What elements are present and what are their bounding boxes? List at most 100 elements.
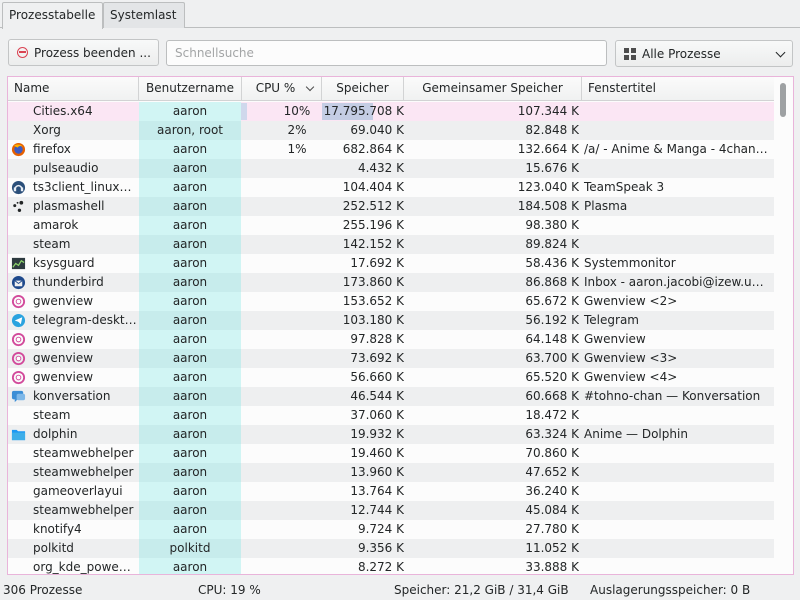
table-row[interactable]: ts3client_linux… aaron 104.404 K 123.040 K T… — [8, 178, 774, 197]
process-shared-memory: 107.344 K — [517, 104, 579, 118]
teamspeak-icon — [11, 180, 26, 195]
column-header-user[interactable]: Benutzername — [139, 77, 242, 101]
process-name: steam — [33, 237, 71, 251]
table-row[interactable]: ksysguard aaron 17.692 K 58.436 K Systemmoni… — [8, 254, 774, 273]
process-window-title: Anime — Dolphin — [584, 427, 688, 441]
process-user: aaron — [139, 235, 241, 254]
process-window-title — [582, 482, 770, 501]
process-name: steamwebhelper — [33, 503, 134, 517]
stop-icon — [17, 47, 28, 58]
table-row[interactable]: org_kde_powe… aaron 8.272 K 33.888 K — [8, 558, 774, 574]
process-name: steamwebhelper — [33, 446, 134, 460]
process-memory: 153.652 K — [342, 294, 404, 308]
table-row[interactable]: Xorg aaron, root 2% 69.040 K 82.848 K — [8, 121, 774, 140]
process-window-title: Gwenview <4> — [584, 370, 678, 384]
scrollbar-thumb[interactable] — [780, 83, 786, 117]
table-row[interactable]: gameoverlayui aaron 13.764 K 36.240 K — [8, 482, 774, 501]
process-shared-memory: 64.148 K — [525, 332, 579, 346]
process-user: aaron — [139, 102, 241, 121]
process-name: gwenview — [33, 370, 94, 384]
process-shared-memory: 11.052 K — [525, 541, 579, 555]
process-memory: 19.932 K — [350, 427, 404, 441]
process-memory: 8.272 K — [357, 560, 404, 574]
table-row[interactable]: gwenview aaron 73.692 K 63.700 K Gwenview <3… — [8, 349, 774, 368]
column-header-memory[interactable]: Speicher — [322, 77, 404, 101]
process-memory: 255.196 K — [342, 218, 404, 232]
tab-systemlast[interactable]: Systemlast — [103, 2, 185, 28]
process-shared-memory: 33.888 K — [525, 560, 579, 574]
process-user: aaron — [139, 330, 241, 349]
table-row[interactable]: steamwebhelper aaron 19.460 K 70.860 K — [8, 444, 774, 463]
quick-search-input[interactable] — [166, 40, 607, 66]
process-shared-memory: 58.436 K — [525, 256, 579, 270]
table-row[interactable]: pulseaudio aaron 4.432 K 15.676 K — [8, 159, 774, 178]
process-memory: 46.544 K — [350, 389, 404, 403]
process-window-title — [582, 235, 770, 254]
column-header-name[interactable]: Name — [8, 77, 139, 101]
process-window-title — [582, 558, 770, 574]
process-name: org_kde_powe… — [33, 560, 131, 574]
table-row[interactable]: amarok aaron 255.196 K 98.380 K — [8, 216, 774, 235]
gwenview-icon — [11, 294, 26, 309]
table-row[interactable]: steam aaron 37.060 K 18.472 K — [8, 406, 774, 425]
process-user: aaron — [139, 273, 241, 292]
process-name: konversation — [33, 389, 111, 403]
process-memory: 69.040 K — [350, 123, 404, 137]
table-row[interactable]: steamwebhelper aaron 13.960 K 47.652 K — [8, 463, 774, 482]
status-process-count: 306 Prozesse — [3, 583, 83, 597]
table-row[interactable]: Cities.x64 aaron 10% 17.795.708 K 107.344 K — [8, 102, 774, 121]
column-header-window-title[interactable]: Fenstertitel — [582, 77, 774, 101]
process-name: pulseaudio — [33, 161, 99, 175]
column-header-shared-memory[interactable]: Gemeinsamer Speicher — [404, 77, 582, 101]
table-row[interactable]: thunderbird aaron 173.860 K 86.868 K Inbox -… — [8, 273, 774, 292]
end-process-button[interactable]: Prozess beenden ... — [8, 39, 159, 66]
process-shared-memory: 89.824 K — [525, 237, 579, 251]
process-memory: 9.724 K — [357, 522, 404, 536]
process-window-title: TeamSpeak 3 — [584, 180, 665, 194]
column-header-cpu[interactable]: CPU % — [242, 77, 322, 101]
konversation-icon — [11, 389, 26, 404]
process-name: gameoverlayui — [33, 484, 123, 498]
table-row[interactable]: polkitd polkitd 9.356 K 11.052 K — [8, 539, 774, 558]
table-row[interactable]: konversation aaron 46.544 K 60.668 K #tohno-… — [8, 387, 774, 406]
table-row[interactable]: dolphin aaron 19.932 K 63.324 K Anime — Dolp… — [8, 425, 774, 444]
table-row[interactable]: gwenview aaron 97.828 K 64.148 K Gwenview — [8, 330, 774, 349]
process-shared-memory: 123.040 K — [517, 180, 579, 194]
process-name: firefox — [33, 142, 71, 156]
table-row[interactable]: plasmashell aaron 252.512 K 184.508 K Plasma — [8, 197, 774, 216]
table-row[interactable]: steam aaron 142.152 K 89.824 K — [8, 235, 774, 254]
process-name: steamwebhelper — [33, 465, 134, 479]
tab-prozesstabelle[interactable]: Prozesstabelle — [2, 2, 103, 29]
process-user: aaron — [139, 197, 241, 216]
process-window-title — [582, 102, 770, 121]
process-memory: 4.432 K — [357, 161, 404, 175]
process-name: plasmashell — [33, 199, 105, 213]
table-row[interactable]: telegram-desktop aaron 103.180 K 56.192 K Te… — [8, 311, 774, 330]
table-row[interactable]: firefox aaron 1% 682.864 K 132.664 K/a/ - An… — [8, 140, 774, 159]
process-user: aaron — [139, 254, 241, 273]
process-shared-memory: 63.700 K — [525, 351, 579, 365]
process-filter-select[interactable]: Alle Prozesse — [615, 40, 793, 67]
table-row[interactable]: steamwebhelper aaron 12.744 K 45.084 K — [8, 501, 774, 520]
process-user: aaron — [139, 406, 241, 425]
tab-bar: Prozesstabelle Systemlast — [0, 0, 800, 29]
table-row[interactable]: knotify4 aaron 9.724 K 27.780 K — [8, 520, 774, 539]
table-header: Name Benutzername CPU % Speicher Gemeins… — [8, 77, 774, 101]
table-row[interactable]: gwenview aaron 56.660 K 65.520 K Gwenview <4… — [8, 368, 774, 387]
process-window-title — [582, 121, 770, 140]
process-memory: 37.060 K — [350, 408, 404, 422]
process-window-title: Systemmonitor — [584, 256, 676, 270]
table-row[interactable]: gwenview aaron 153.652 K 65.672 K Gwenview <… — [8, 292, 774, 311]
process-shared-memory: 65.520 K — [525, 370, 579, 384]
process-window-title: Plasma — [584, 199, 628, 213]
vertical-scrollbar[interactable] — [774, 77, 793, 574]
process-shared-memory: 82.848 K — [525, 123, 579, 137]
process-memory: 97.828 K — [350, 332, 404, 346]
end-process-label: Prozess beenden ... — [34, 45, 151, 60]
process-shared-memory: 70.860 K — [525, 446, 579, 460]
process-memory: 13.764 K — [350, 484, 404, 498]
chevron-down-icon — [775, 47, 786, 58]
process-window-title: Gwenview — [584, 332, 646, 346]
process-table: Name Benutzername CPU % Speicher Gemeins… — [7, 76, 794, 575]
process-user: aaron, root — [139, 121, 241, 140]
